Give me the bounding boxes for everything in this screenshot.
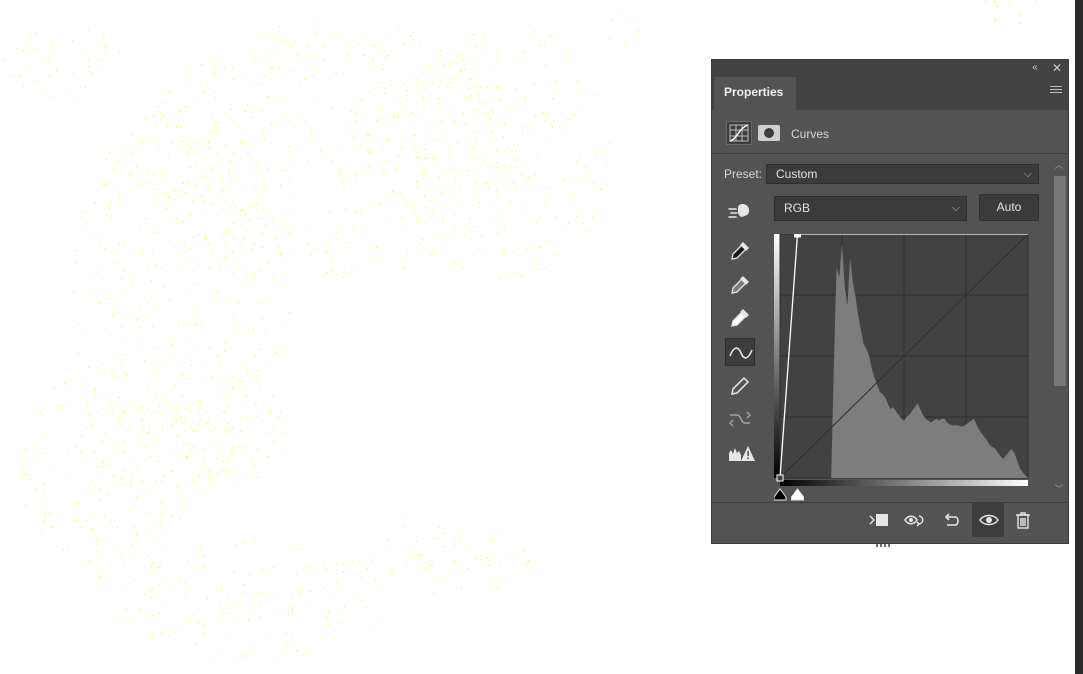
scroll-thumb[interactable] — [1054, 176, 1066, 386]
pencil-draw-icon[interactable] — [725, 371, 755, 399]
channel-value: RGB — [784, 201, 811, 215]
reset-adjustment-icon[interactable] — [937, 507, 965, 533]
properties-panel: « ✕ Properties Curves Preset: Custom ⌵ R… — [711, 59, 1069, 547]
toggle-visibility-icon[interactable] — [972, 503, 1004, 537]
chevron-down-icon: ⌵ — [951, 202, 960, 214]
clipping-warning-icon[interactable] — [725, 440, 755, 468]
panel-scrollbar[interactable]: ︿ ﹀ — [1052, 158, 1066, 498]
view-previous-state-icon[interactable] — [900, 507, 928, 533]
white-input-slider[interactable] — [791, 488, 805, 501]
preset-value: Custom — [776, 167, 818, 181]
output-gradient-bar — [774, 234, 780, 478]
edit-points-curve-icon[interactable] — [725, 338, 755, 366]
curve-control-point[interactable] — [776, 474, 784, 482]
curves-graph[interactable] — [774, 234, 1030, 504]
chevron-down-icon: ⌵ — [1023, 168, 1032, 180]
tab-properties[interactable]: Properties — [714, 77, 796, 111]
preset-label: Preset: — [724, 167, 763, 181]
scroll-down-arrow[interactable]: ﹀ — [1052, 482, 1066, 494]
panel-tab-row: Properties — [712, 76, 1068, 111]
layer-mask-icon[interactable] — [758, 125, 780, 141]
adjustment-title: Curves — [791, 127, 830, 141]
scroll-up-arrow[interactable]: ︿ — [1052, 158, 1066, 170]
curves-adjustment-icon[interactable] — [726, 121, 752, 145]
gray-point-eyedropper-icon[interactable] — [725, 270, 755, 298]
panel-menu-icon[interactable] — [1050, 86, 1062, 96]
collapse-panel-button[interactable]: « — [1028, 60, 1042, 76]
close-panel-button[interactable]: ✕ — [1050, 60, 1064, 76]
channel-dropdown[interactable]: RGB ⌵ — [774, 196, 967, 221]
preset-dropdown[interactable]: Custom ⌵ — [766, 164, 1039, 184]
on-image-adjustment-icon[interactable] — [725, 197, 755, 225]
clip-to-layer-icon[interactable] — [864, 507, 892, 533]
black-point-eyedropper-icon[interactable] — [725, 236, 755, 264]
panel-resize-grip[interactable] — [876, 536, 902, 547]
curve-control-point[interactable] — [794, 234, 802, 238]
adjustment-header: Curves — [712, 110, 1068, 154]
black-input-slider[interactable] — [774, 488, 787, 501]
input-gradient-bar — [780, 480, 1028, 486]
right-edge-strip — [1075, 0, 1083, 674]
panel-bottom-bar — [712, 502, 1068, 537]
white-point-eyedropper-icon[interactable] — [725, 303, 755, 331]
smooth-curve-icon[interactable] — [725, 404, 755, 432]
delete-icon[interactable] — [1009, 507, 1037, 533]
auto-button[interactable]: Auto — [979, 194, 1039, 221]
panel-titlebar[interactable]: « ✕ — [712, 60, 1068, 76]
